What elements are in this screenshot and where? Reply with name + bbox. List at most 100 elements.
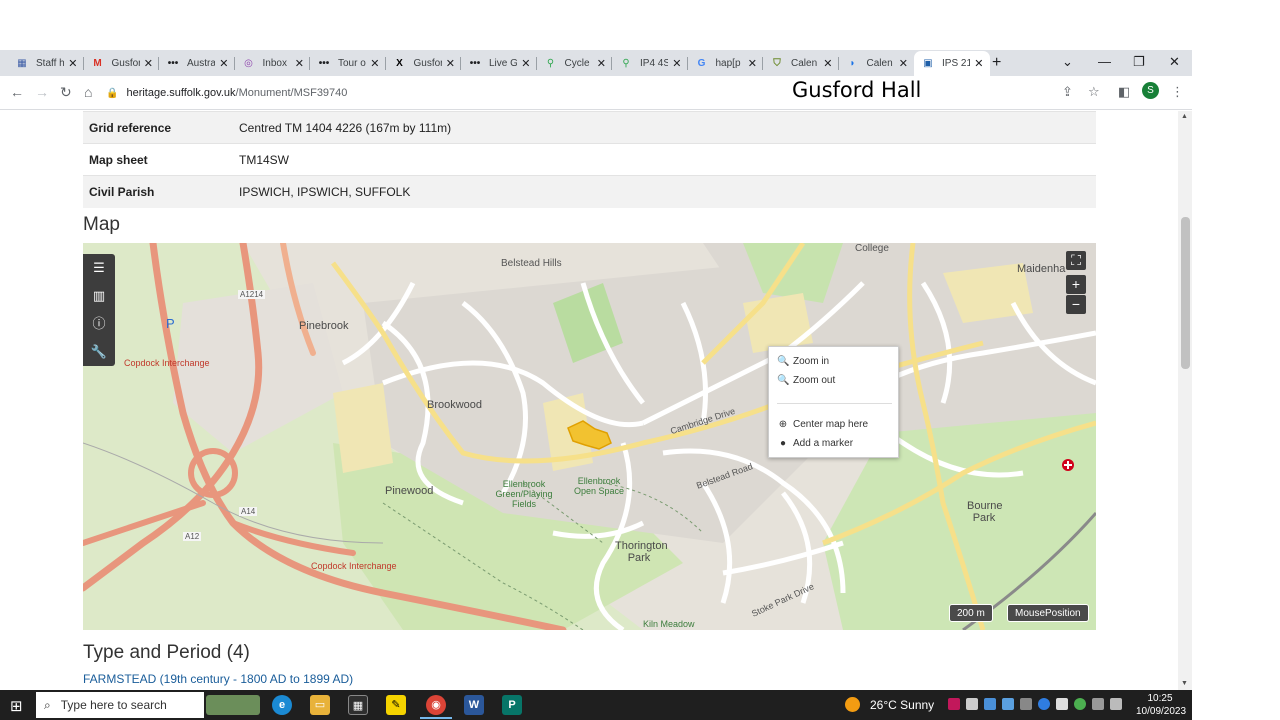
context-add-marker[interactable]: ● Add a marker [777, 438, 853, 449]
url-path: /Monument/MSF39740 [235, 87, 348, 99]
map-label-ellenbrook-open-space: Ellenbrook Open Space [573, 476, 625, 496]
home-button[interactable]: ⌂ [84, 84, 92, 100]
bluetooth-icon[interactable] [1038, 698, 1050, 710]
back-button[interactable]: ← [10, 84, 24, 100]
windows-taskbar: ⊞ ⌕ Type here to search e ▭ ▦ ✎ ◉ W P 26… [0, 690, 1192, 720]
scroll-up-icon[interactable]: ▲ [1181, 113, 1188, 120]
weather-widget[interactable]: 26°C Sunny [845, 697, 934, 712]
tab-search-icon[interactable]: ⌄ [1062, 54, 1073, 70]
browser-tab[interactable]: ••• Austra ✕ [159, 51, 235, 76]
tab-close-icon[interactable]: ✕ [974, 57, 983, 70]
new-tab-button[interactable]: + [992, 54, 1001, 72]
share-icon[interactable]: ⇪ [1062, 84, 1073, 100]
map-label-ellenbrook-fields: Ellenbrook Green/Playing Fields [495, 479, 553, 509]
map-canvas [83, 243, 1096, 630]
page-scrollbar[interactable]: ▲ ▼ [1178, 111, 1192, 690]
context-separator [777, 403, 892, 404]
shield-icon: ⛉ [773, 57, 781, 69]
tab-close-icon[interactable]: ✕ [521, 57, 530, 70]
maximize-button[interactable]: ❐ [1133, 54, 1145, 70]
wrench-icon[interactable]: 🔧 [83, 338, 115, 366]
tray-app-icon[interactable] [984, 698, 996, 710]
taskbar-search[interactable]: ⌕ Type here to search [36, 692, 204, 718]
books-icon[interactable] [206, 695, 260, 715]
reload-button[interactable]: ↻ [60, 84, 72, 101]
tab-close-icon[interactable]: ✕ [219, 57, 228, 70]
zoom-in-button[interactable]: + [1066, 275, 1086, 294]
mouse-position: MousePosition [1007, 604, 1089, 622]
x-icon: X [396, 57, 403, 69]
browser-tab[interactable]: ▣ IPS 21 ✕ [914, 51, 990, 76]
menu-kebab-icon[interactable]: ⋮ [1171, 84, 1184, 100]
tab-close-icon[interactable]: ✕ [370, 57, 379, 70]
tray-app-icon[interactable] [1074, 698, 1086, 710]
browser-tab[interactable]: Ghap[p ✕ [688, 51, 763, 76]
tab-close-icon[interactable]: ✕ [748, 57, 757, 70]
tab-close-icon[interactable]: ✕ [597, 57, 606, 70]
chrome-icon[interactable]: ◉ [426, 695, 446, 715]
tab-label: Gusfor [413, 58, 442, 69]
browser-tab[interactable]: ••• Tour o ✕ [310, 51, 386, 76]
browser-tab[interactable]: M Gusfor ✕ [84, 51, 159, 76]
file-explorer-icon[interactable]: ▭ [310, 695, 330, 715]
edge-icon[interactable]: e [272, 695, 292, 715]
browser-tab[interactable]: ⚲ IP4 4S ✕ [612, 51, 688, 76]
store-icon[interactable]: ▦ [348, 695, 368, 715]
farmstead-link[interactable]: FARMSTEAD (19th century - 1800 AD to 189… [83, 672, 353, 686]
context-center-map[interactable]: ⊕ Center map here [777, 419, 868, 430]
tab-close-icon[interactable]: ✕ [823, 57, 832, 70]
tray-app-icon[interactable] [1020, 698, 1032, 710]
context-zoom-out[interactable]: 🔍 Zoom out [777, 375, 835, 386]
forward-button[interactable]: → [35, 84, 49, 100]
basemap-icon[interactable]: ▥ [83, 282, 115, 310]
profile-avatar[interactable]: S [1142, 82, 1159, 99]
context-zoom-in[interactable]: 🔍 Zoom in [777, 356, 829, 367]
map-view[interactable]: Belstead Hills Pinebrook Brookwood Pinew… [83, 243, 1096, 630]
map-label-a1214: A1214 [238, 290, 266, 299]
scroll-thumb[interactable] [1181, 217, 1190, 369]
browser-tab[interactable]: ••• Live G ✕ [461, 51, 537, 76]
address-bar[interactable]: 🔒 heritage.suffolk.gov.uk/Monument/MSF39… [106, 81, 726, 105]
fullscreen-button[interactable]: ⛶ [1066, 251, 1086, 270]
browser-tab[interactable]: ⛉ Calen ✕ [763, 51, 839, 76]
tray-app-icon[interactable] [948, 698, 960, 710]
inbox-icon: ◎ [244, 57, 253, 69]
tray-app-icon[interactable] [966, 698, 978, 710]
active-app-indicator [420, 717, 452, 719]
browser-tab[interactable]: ◗ Calen ✕ [839, 51, 915, 76]
taskbar-clock[interactable]: 10:25 10/09/2023 [1136, 692, 1186, 718]
map-label-copdock-interchange: Copdock Interchange [311, 561, 397, 571]
windows-start-icon[interactable]: ⊞ [10, 697, 23, 715]
tab-close-icon[interactable]: ✕ [68, 57, 77, 70]
tab-close-icon[interactable]: ✕ [899, 57, 908, 70]
tab-close-icon[interactable]: ✕ [295, 57, 304, 70]
wifi-icon[interactable] [1110, 698, 1122, 710]
browser-tab[interactable]: X Gusfor ✕ [386, 51, 461, 76]
battery-icon[interactable] [1092, 698, 1104, 710]
tab-close-icon[interactable]: ✕ [144, 57, 153, 70]
publisher-icon[interactable]: P [502, 695, 522, 715]
tab-close-icon[interactable]: ✕ [446, 57, 455, 70]
tab-close-icon[interactable]: ✕ [672, 57, 681, 70]
browser-tab[interactable]: ▦ Staff h ✕ [8, 51, 84, 76]
clock-time: 10:25 [1147, 693, 1173, 704]
layers-list-icon[interactable]: ☰ [83, 254, 115, 282]
detail-key: Civil Parish [83, 175, 233, 208]
tray-app-icon[interactable] [1002, 698, 1014, 710]
side-panel-icon[interactable]: ◧ [1118, 84, 1130, 100]
word-icon[interactable]: W [464, 695, 484, 715]
close-window-button[interactable]: ✕ [1169, 54, 1180, 70]
zoom-out-button[interactable]: − [1066, 295, 1086, 314]
minimize-button[interactable]: — [1098, 54, 1111, 69]
scroll-down-icon[interactable]: ▼ [1181, 680, 1188, 687]
map-label-pinewood: Pinewood [385, 485, 434, 497]
table-row: Grid reference Centred TM 1404 4226 (167… [83, 111, 1096, 144]
browser-tab[interactable]: ⚲ Cycle ✕ [537, 51, 612, 76]
sticky-notes-icon[interactable]: ✎ [386, 695, 406, 715]
table-row: Map sheet TM14SW [83, 143, 1096, 176]
bookmark-star-icon[interactable]: ☆ [1088, 84, 1100, 100]
tray-app-icon[interactable] [1056, 698, 1068, 710]
tab-label: Live G [489, 58, 517, 69]
info-icon[interactable]: ⓘ [83, 310, 115, 338]
browser-tab[interactable]: ◎ Inbox ✕ [235, 51, 310, 76]
